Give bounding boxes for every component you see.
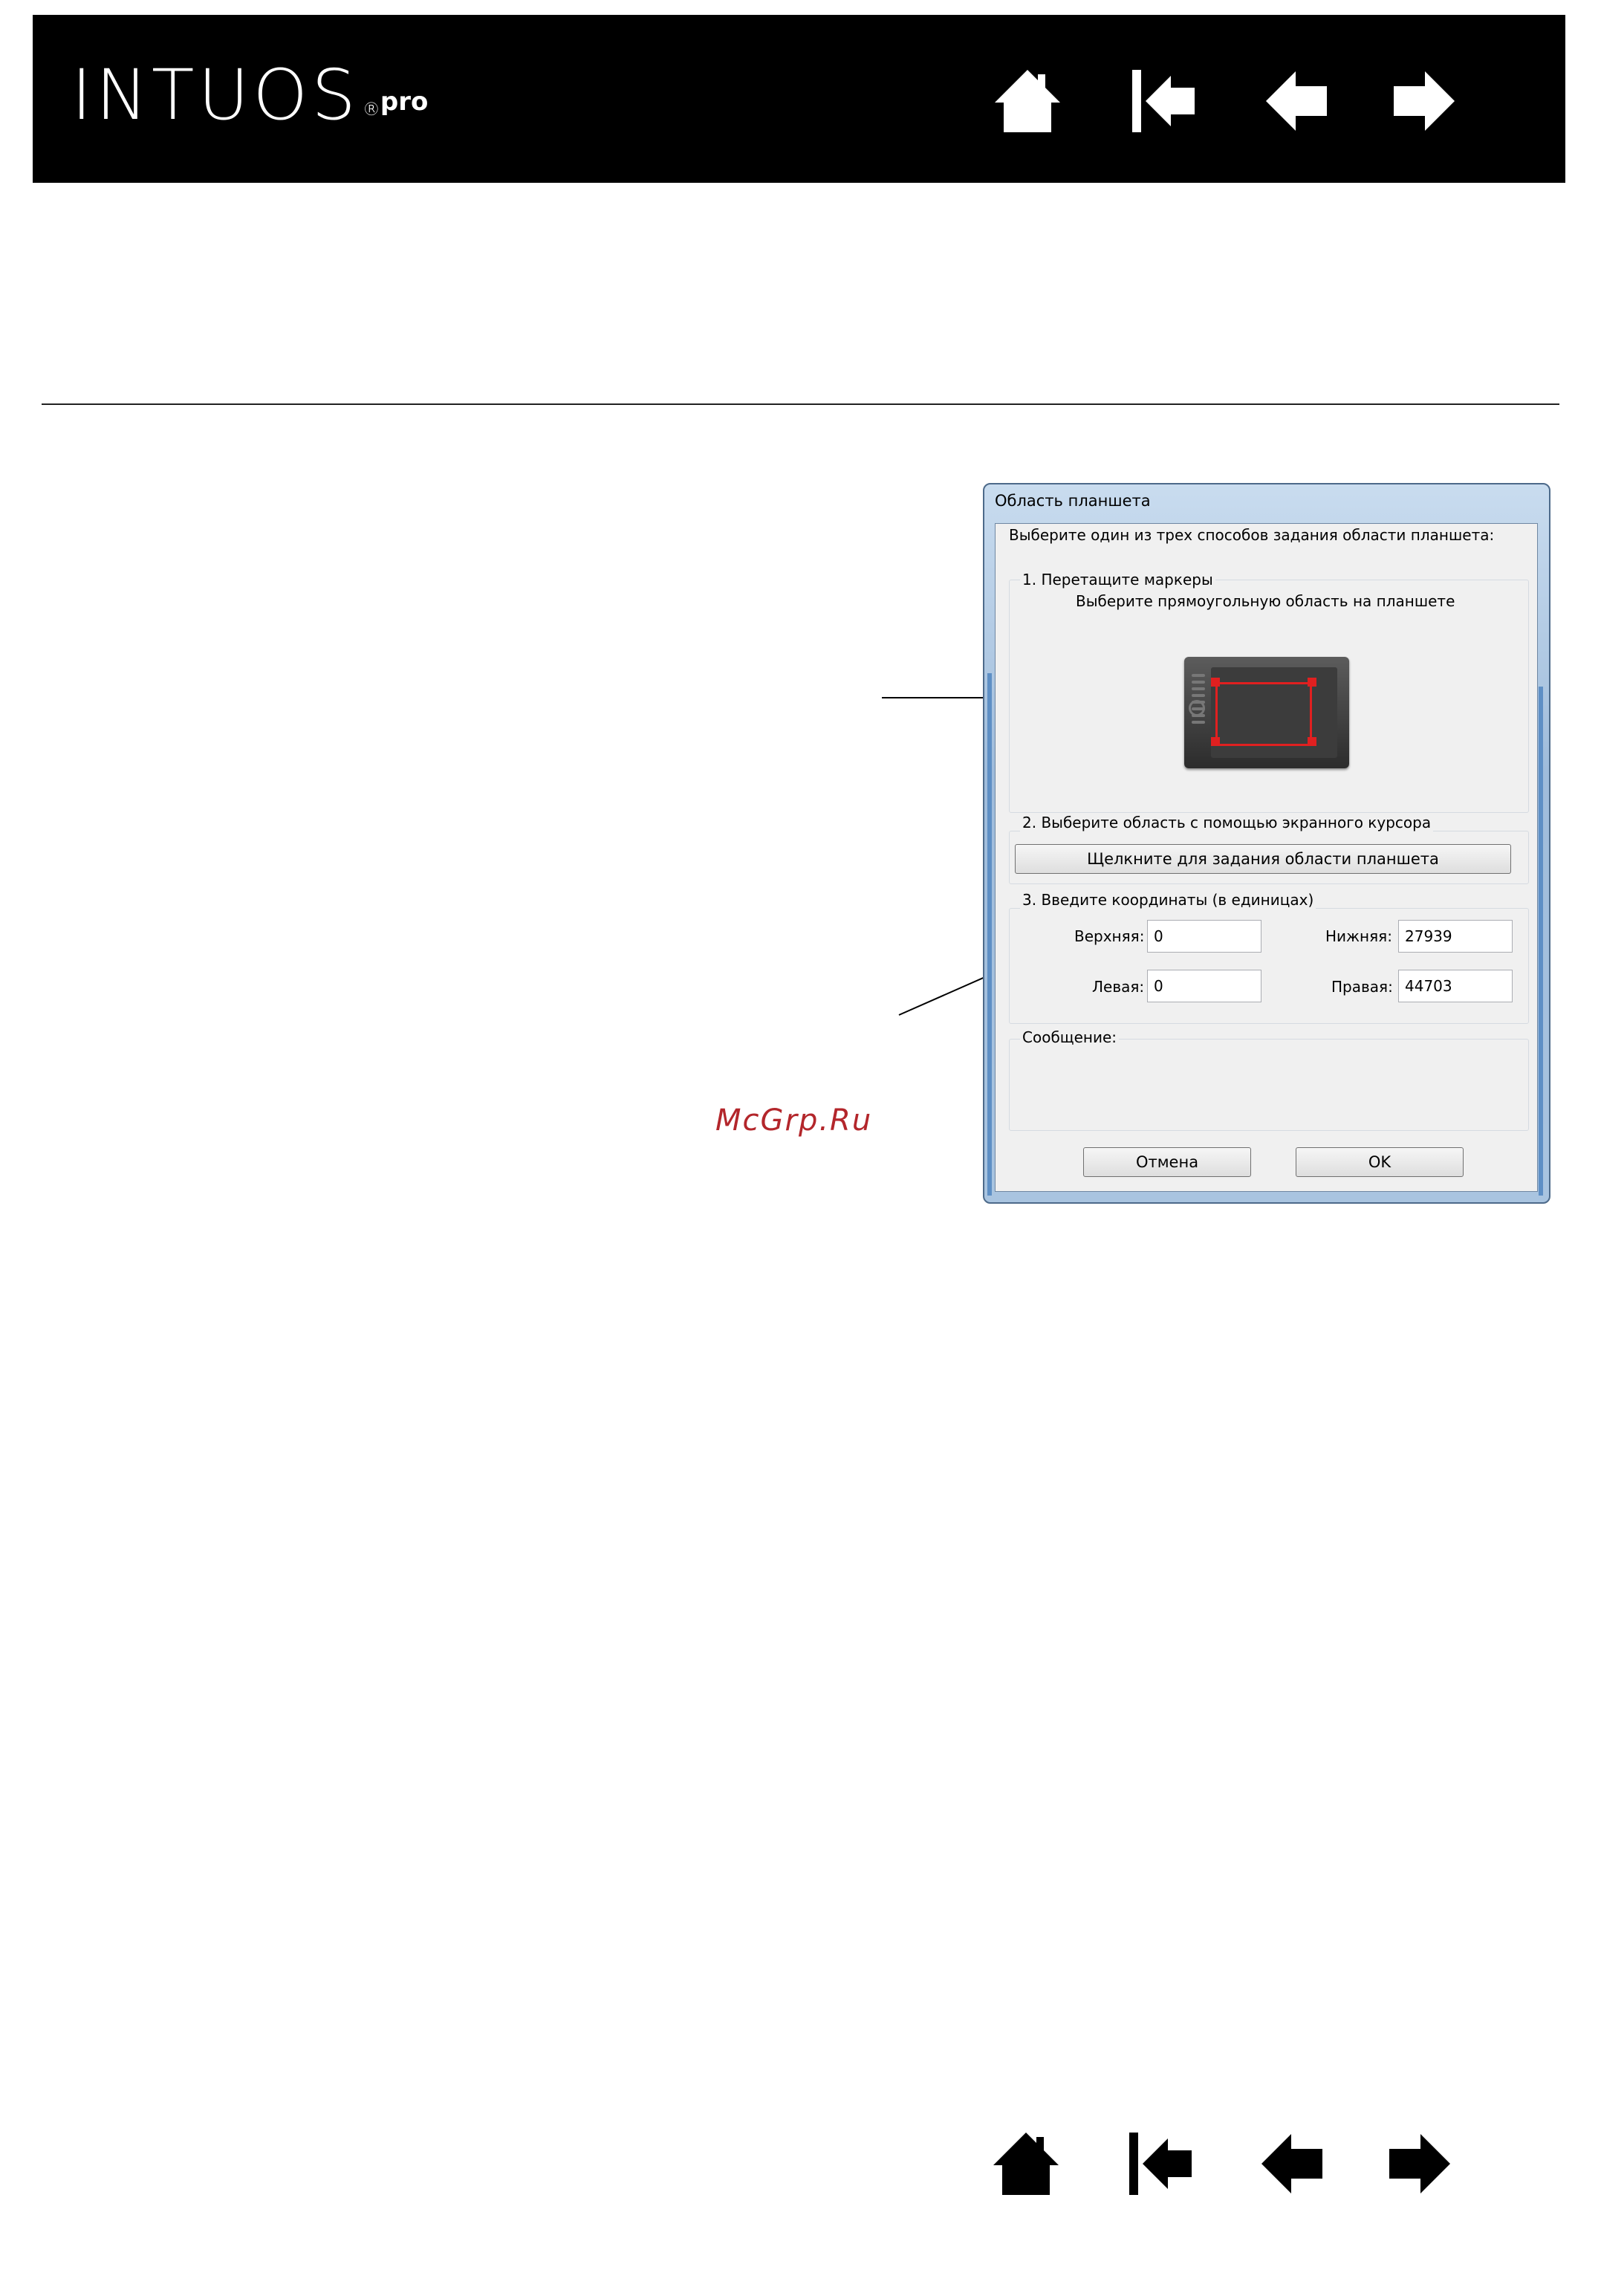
section3-heading: 3. Введите координаты (в единицах) [1020,891,1316,909]
top-left-handle[interactable] [1211,678,1220,687]
intuos-pro-logo: INTUOS ®pro [71,55,428,137]
section1-heading: 1. Перетащите маркеры [1020,571,1215,588]
first-page-icon[interactable] [1126,64,1201,138]
next-page-icon[interactable] [1382,2127,1456,2201]
click-to-define-area-button[interactable]: Щелкните для задания области планшета [1015,844,1511,874]
logo-suffix: pro [380,87,429,117]
section-divider [42,403,1559,405]
section1-subheading: Выберите прямоугольную область на планше… [1076,592,1455,610]
touch-ring [1189,700,1205,716]
top-right-handle[interactable] [1308,678,1316,687]
logo-text: INTUOS [71,55,360,136]
logo-registered-mark: ® [362,99,380,120]
next-page-icon[interactable] [1386,64,1461,138]
home-icon[interactable] [989,2127,1063,2201]
bottom-coordinate-field[interactable] [1398,920,1513,953]
left-label: Левая: [1092,978,1145,996]
previous-page-icon[interactable] [1260,64,1334,138]
bottom-label: Нижняя: [1325,927,1392,945]
section2-heading: 2. Выберите область с помощью экранного … [1020,814,1434,831]
top-coordinate-field[interactable] [1147,920,1261,953]
watermark: McGrp.Ru [715,1103,873,1138]
instruction-text: Выберите один из трех способов задания о… [1009,526,1495,544]
cancel-button[interactable]: Отмена [1083,1147,1251,1177]
dialog-title: Область планшета [995,492,1151,510]
scrollbar[interactable] [1539,687,1543,1196]
top-label: Верхняя: [1074,927,1145,945]
tablet-area-selection[interactable] [1215,682,1312,746]
left-coordinate-field[interactable] [1147,970,1261,1002]
right-coordinate-field[interactable] [1398,970,1513,1002]
bottom-left-handle[interactable] [1211,737,1220,746]
header-bar: INTUOS ®pro [33,15,1565,183]
left-scroll-accent [987,673,992,1196]
right-label: Правая: [1331,978,1393,996]
message-label: Сообщение: [1020,1028,1120,1046]
first-page-icon[interactable] [1123,2127,1198,2201]
message-group [1009,1039,1529,1131]
previous-page-icon[interactable] [1256,2127,1330,2201]
home-icon[interactable] [990,64,1065,138]
bottom-right-handle[interactable] [1308,737,1316,746]
ok-button[interactable]: OK [1296,1147,1464,1177]
